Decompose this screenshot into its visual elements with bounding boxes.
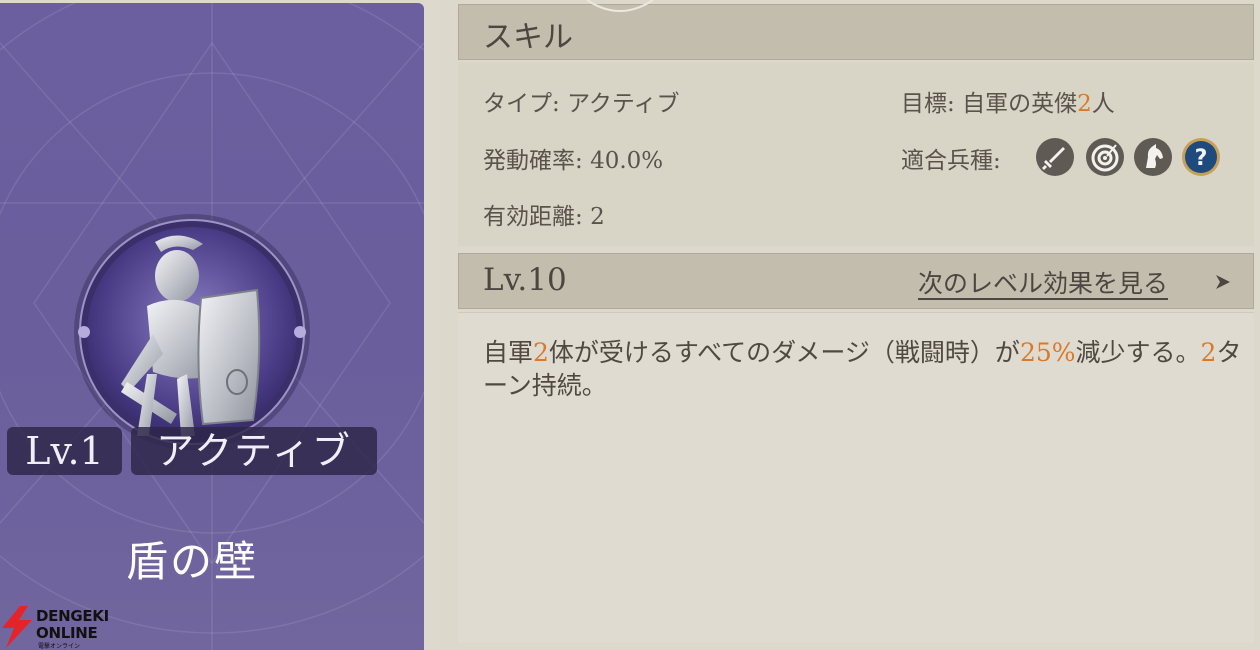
skill-card: Lv.1 アクティブ 盾の壁 (0, 3, 424, 650)
skill-target-label: 目標: (901, 91, 955, 117)
skill-target-suffix: 人 (1091, 91, 1115, 117)
skill-units-label: 適合兵種: (901, 148, 1001, 174)
bow-target-icon[interactable] (1085, 137, 1125, 177)
skill-type-row: タイプ: アクティブ (483, 84, 680, 118)
skill-name: 盾の壁 (125, 537, 258, 586)
skill-type-tag: アクティブ (131, 427, 377, 475)
svg-text:?: ? (1195, 146, 1208, 171)
desc-part-1: 自軍 (483, 338, 534, 367)
skill-range-row: 有効距離: 2 (483, 197, 605, 231)
skill-target-count: 2 (1077, 91, 1092, 117)
header-ornament (586, 0, 654, 12)
desc-number-3: 2 (1200, 338, 1217, 367)
logo-text-line3: 電撃オンライン (38, 643, 81, 650)
level-effect-title: Lv.10 (483, 262, 567, 298)
skill-type-label: タイプ: (483, 91, 560, 117)
skill-description: 自軍2体が受けるすべてのダメージ（戦闘時）が25%減少する。2ターン持続。 (483, 336, 1243, 402)
horse-icon[interactable] (1133, 137, 1173, 177)
logo-text-line1: DENGEKI (36, 607, 109, 625)
skill-header-bar (458, 4, 1254, 60)
skill-level-tag: Lv.1 (7, 427, 122, 475)
desc-part-3: 減少する。 (1075, 338, 1201, 367)
skill-target-row: 目標: 自軍の英傑2人 (901, 84, 1115, 118)
question-icon[interactable]: ? (1181, 137, 1221, 177)
skill-emblem-icon (74, 214, 310, 450)
skill-chance-row: 発動確率: 40.0% (483, 141, 663, 175)
skill-chance-value: 40.0% (590, 148, 664, 174)
skill-type-value: アクティブ (567, 91, 680, 117)
skill-range-value: 2 (590, 204, 605, 230)
chevron-right-icon[interactable] (1213, 272, 1233, 292)
skill-chance-label: 発動確率: (483, 148, 583, 174)
skill-header-title: スキル (483, 20, 573, 55)
logo-text-line2: ONLINE (36, 624, 98, 642)
next-level-effect-link[interactable]: 次のレベル効果を見る (918, 264, 1168, 300)
desc-number-1: 2 (533, 338, 549, 367)
desc-number-2: 25% (1019, 338, 1076, 367)
skill-target-prefix: 自軍の英傑 (962, 91, 1078, 117)
skill-range-label: 有効距離: (483, 204, 583, 230)
desc-part-2: 体が受けるすべてのダメージ（戦闘時）が (548, 338, 1020, 367)
sword-icon[interactable] (1035, 137, 1075, 177)
